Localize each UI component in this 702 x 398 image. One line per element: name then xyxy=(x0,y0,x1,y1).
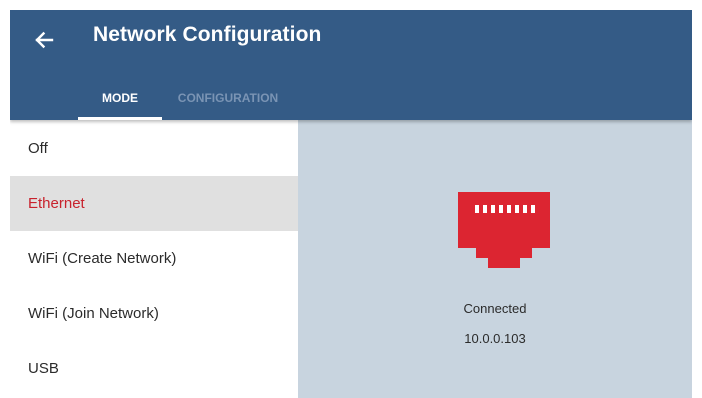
mode-item-wifi-create[interactable]: WiFi (Create Network) xyxy=(10,231,298,286)
ethernet-port-icon xyxy=(458,192,550,268)
connection-status: Connected xyxy=(463,301,527,316)
ip-address: 10.0.0.103 xyxy=(464,331,526,346)
back-button[interactable] xyxy=(24,22,64,58)
app-window: Network Configuration MODE CONFIGURATION… xyxy=(10,10,692,398)
mode-item-off[interactable]: Off xyxy=(10,120,298,176)
tab-bar: MODE CONFIGURATION xyxy=(78,76,288,120)
tab-configuration[interactable]: CONFIGURATION xyxy=(162,76,288,120)
mode-item-ethernet[interactable]: Ethernet xyxy=(10,176,298,231)
status-panel: Connected 10.0.0.103 xyxy=(298,120,692,398)
mode-item-usb[interactable]: USB xyxy=(10,341,298,396)
arrow-left-icon xyxy=(35,31,54,49)
page-title: Network Configuration xyxy=(93,23,322,46)
app-bar: Network Configuration MODE CONFIGURATION xyxy=(10,10,692,120)
mode-item-wifi-join[interactable]: WiFi (Join Network) xyxy=(10,286,298,341)
mode-list: Off Ethernet WiFi (Create Network) WiFi … xyxy=(10,120,298,398)
tab-mode[interactable]: MODE xyxy=(78,76,162,120)
